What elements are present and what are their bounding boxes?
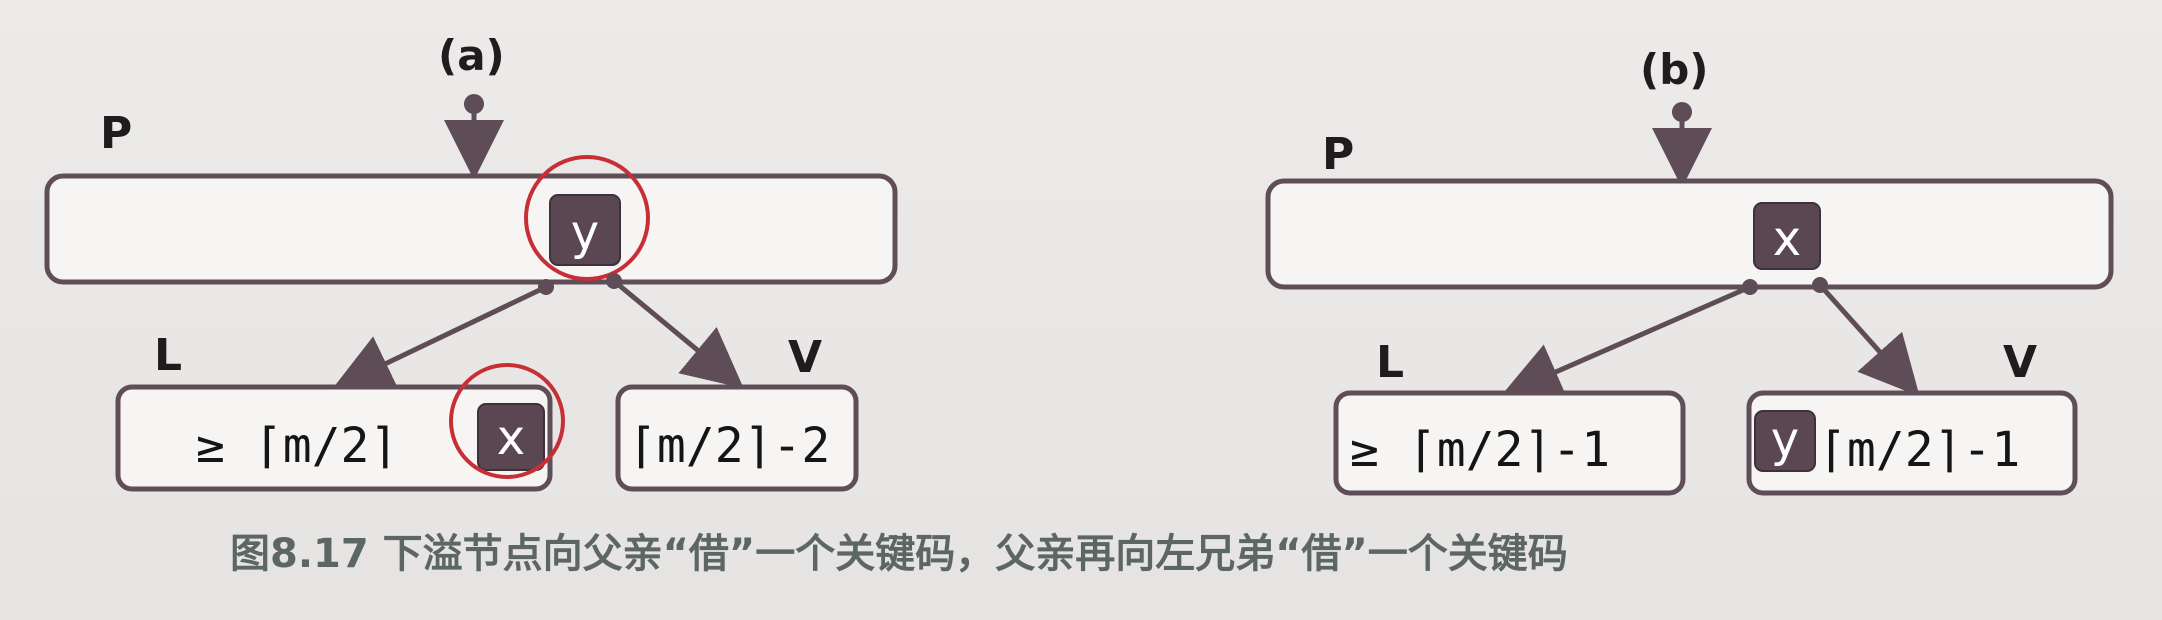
panel-b-right-key: y <box>1771 412 1799 468</box>
panel-a-left-key: x <box>497 410 525 466</box>
panel-a-right-count: ⌈m/2⌉-2 <box>628 418 830 474</box>
panel-b-label: (b) <box>1640 45 1708 94</box>
panel-b-right-child-arrow <box>1818 283 1920 397</box>
panel-a-left-count: ≥ ⌈m/2⌉ <box>196 418 398 474</box>
panel-a-right-child-arrow <box>612 279 744 389</box>
figure-canvas: (a) P y L V ≥ ⌈m/2⌉ x ⌈m/2⌉-2 (b) P x L … <box>0 0 2162 620</box>
panel-b-parent-label: P <box>1322 129 1354 180</box>
panel-a-top-dot <box>464 94 484 114</box>
panel-b-left-label: L <box>1376 337 1404 388</box>
panel-a-label: (a) <box>438 31 505 80</box>
figure-caption: 图8.17 下溢节点向父亲“借”一个关键码，父亲再向左兄弟“借”一个关键码 <box>230 531 1568 577</box>
panel-a-left-child-arrow <box>331 284 548 391</box>
panel-b-parent-key: x <box>1773 211 1801 267</box>
panel-a-right-label: V <box>788 332 822 383</box>
panel-a-parent-node <box>44 173 898 285</box>
panel-b-top-dot <box>1672 102 1692 122</box>
btree-diagram: (a) P y L V ≥ ⌈m/2⌉ x ⌈m/2⌉-2 (b) P x L … <box>44 31 2114 577</box>
panel-b-right-label: V <box>2003 337 2037 388</box>
panel-b-right-count: ⌈m/2⌉-1 <box>1818 422 2020 478</box>
panel-a-parent-key: y <box>571 205 599 261</box>
panel-b: (b) P x L V ≥ ⌈m/2⌉-1 y ⌈m/2⌉-1 <box>1265 45 2114 496</box>
panel-a-left-label: L <box>154 330 182 381</box>
panel-a: (a) P y L V ≥ ⌈m/2⌉ x ⌈m/2⌉-2 <box>44 31 898 492</box>
panel-a-parent-label: P <box>100 108 132 159</box>
panel-b-left-child-arrow <box>1500 284 1752 400</box>
panel-b-parent-node <box>1265 178 2114 290</box>
panel-b-left-count: ≥ ⌈m/2⌉-1 <box>1350 422 1610 478</box>
